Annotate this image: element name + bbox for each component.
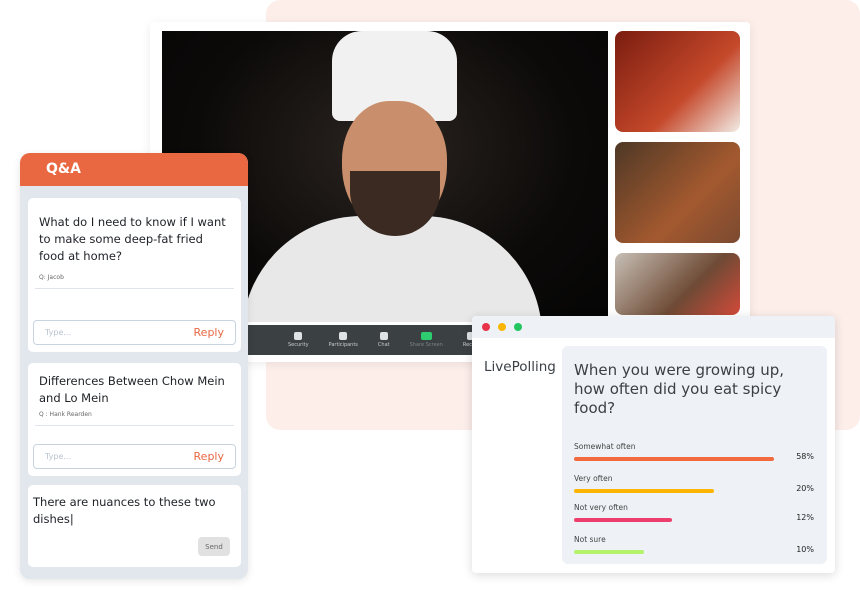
share-screen-icon [420, 332, 432, 340]
chat-icon [379, 332, 388, 340]
question-text: Differences Between Chow Mein and Lo Mei… [39, 374, 225, 405]
brand-logo: LivePolling [484, 359, 556, 375]
option-label: Somewhat often [574, 442, 636, 451]
poll-card: When you were growing up, how often did … [562, 346, 827, 564]
reply-button[interactable]: Reply [194, 450, 224, 463]
participant-thumbnail[interactable] [615, 31, 740, 132]
livepolling-window: LivePolling When you were growing up, ho… [472, 316, 835, 573]
participants-icon [339, 332, 348, 340]
participant-thumbnail[interactable] [615, 142, 740, 243]
divider [35, 288, 234, 289]
option-bar [574, 518, 672, 522]
option-percent: 20% [796, 484, 814, 493]
option-bar [574, 457, 774, 461]
divider [35, 425, 234, 426]
qa-title: Q&A [20, 153, 248, 186]
option-bar [574, 550, 644, 554]
option-percent: 10% [796, 545, 814, 554]
option-label: Very often [574, 474, 613, 483]
close-dot-icon[interactable] [482, 323, 490, 331]
maximize-dot-icon[interactable] [514, 323, 522, 331]
question-card: Differences Between Chow Mein and Lo Mei… [28, 363, 241, 476]
question-author: Q: Jacob [39, 274, 64, 281]
poll-option: Not very often 12% [574, 503, 814, 522]
toolbar-participants-button[interactable]: Participants [329, 332, 358, 348]
reply-input[interactable]: Type... Reply [33, 320, 236, 345]
toolbar-security-button[interactable]: Security [288, 332, 309, 348]
poll-question: When you were growing up, how often did … [574, 361, 785, 417]
question-text: What do I need to know if I want to make… [39, 215, 226, 263]
option-percent: 12% [796, 513, 814, 522]
participant-thumbnail[interactable] [615, 253, 740, 315]
qa-panel: Q&A What do I need to know if I want to … [20, 153, 248, 579]
toolbar-share-screen-button[interactable]: Share Screen [410, 332, 443, 348]
send-button[interactable]: Send [198, 537, 230, 556]
question-card: What do I need to know if I want to make… [28, 198, 241, 352]
poll-option: Somewhat often 58% [574, 442, 814, 461]
option-percent: 58% [796, 452, 814, 461]
option-bar [574, 489, 714, 493]
reply-button[interactable]: Reply [194, 326, 224, 339]
window-titlebar [472, 316, 835, 338]
poll-option: Not sure 10% [574, 535, 814, 554]
reply-input[interactable]: Type... Reply [33, 444, 236, 469]
poll-option: Very often 20% [574, 474, 814, 493]
shield-icon [294, 332, 303, 340]
option-label: Not sure [574, 535, 606, 544]
option-label: Not very often [574, 503, 628, 512]
question-author: Q : Hank Rearden [39, 411, 92, 418]
compose-box[interactable]: There are nuances to these two dishes| S… [28, 485, 241, 567]
minimize-dot-icon[interactable] [498, 323, 506, 331]
compose-text[interactable]: There are nuances to these two dishes| [28, 485, 241, 537]
toolbar-chat-button[interactable]: Chat [378, 332, 390, 348]
